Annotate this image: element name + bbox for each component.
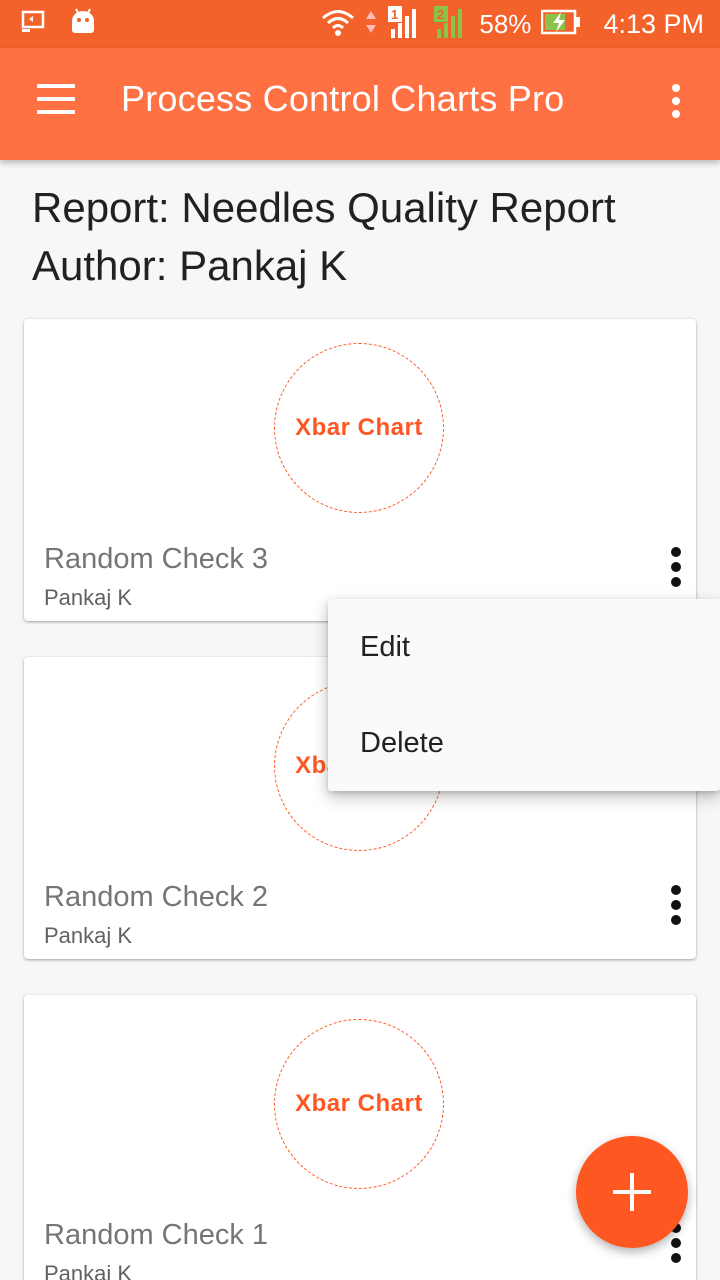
data-arrows-icon — [365, 9, 377, 40]
battery-percent: 58% — [479, 9, 532, 39]
card-more-vert-icon[interactable] — [668, 885, 684, 929]
card-title: Random Check 1 — [44, 1219, 269, 1251]
app-bar: Process Control Charts Pro — [0, 48, 720, 160]
card-title: Random Check 3 — [44, 543, 269, 575]
report-title: Report: Needles Quality Report — [32, 184, 616, 231]
battery-charging-icon — [541, 9, 581, 40]
chart-type-label: Xbar Chart — [295, 1090, 423, 1117]
wifi-icon — [321, 7, 355, 42]
clock: 4:13 PM — [603, 9, 704, 39]
card-author: Pankaj K — [44, 923, 133, 948]
card-popup-menu: Edit Delete — [328, 599, 720, 791]
chart-card[interactable]: Xbar Chart Random Check 1 Pankaj K — [24, 995, 696, 1280]
sim2-label: 2 — [437, 7, 444, 22]
more-vert-icon[interactable] — [660, 84, 692, 124]
report-author: Author: Pankaj K — [32, 242, 348, 289]
card-author: Pankaj K — [44, 585, 133, 610]
chart-type-badge: Xbar Chart — [274, 1019, 444, 1189]
card-more-vert-icon[interactable] — [668, 547, 684, 591]
android-icon — [70, 8, 96, 41]
hamburger-menu-icon[interactable] — [30, 84, 82, 124]
app-title: Process Control Charts Pro — [121, 78, 565, 119]
sim1-label: 1 — [391, 7, 398, 22]
screen: 1 2 58% 4:13 PM Process Control Charts P… — [0, 0, 720, 1280]
chart-type-label: Xbar Chart — [295, 414, 423, 441]
add-chart-fab[interactable] — [576, 1136, 688, 1248]
menu-item-edit[interactable]: Edit — [360, 631, 410, 664]
menu-item-delete[interactable]: Delete — [360, 727, 444, 760]
screen-cast-icon — [20, 8, 48, 41]
status-bar: 1 2 58% 4:13 PM — [0, 0, 720, 48]
chart-type-badge: Xbar Chart — [274, 343, 444, 513]
chart-card[interactable]: Xbar Chart Random Check 3 Pankaj K — [24, 319, 696, 621]
card-title: Random Check 2 — [44, 881, 269, 913]
card-author: Pankaj K — [44, 1261, 133, 1280]
signal-sim2-icon: 2 — [433, 5, 469, 44]
signal-sim1-icon: 1 — [387, 5, 423, 44]
